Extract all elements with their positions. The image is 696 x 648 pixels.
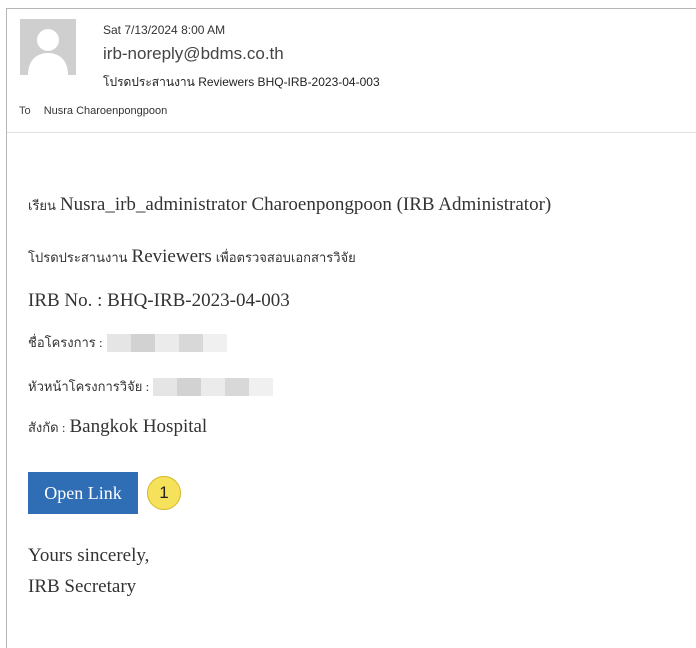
- project-name-line: ชื่อโครงการ :: [28, 332, 227, 353]
- affiliation-line: สังกัด : Bangkok Hospital: [28, 416, 207, 438]
- request-mid: Reviewers: [131, 246, 212, 267]
- redacted-pi-name: [153, 378, 274, 397]
- closing-signature: IRB Secretary: [28, 576, 137, 597]
- open-link-button[interactable]: Open Link: [28, 472, 138, 514]
- email-header: Sat 7/13/2024 8:00 AM irb-noreply@bdms.c…: [7, 9, 696, 133]
- recipient-name[interactable]: Nusra Charoenpongpoon: [44, 105, 168, 117]
- email-date: Sat 7/13/2024 8:00 AM: [103, 23, 226, 37]
- affiliation-label: สังกัด :: [28, 420, 66, 435]
- greeting-name: Nusra_irb_administrator Charoenpongpoon …: [59, 194, 552, 215]
- greeting-line: เรียน Nusra_irb_administrator Charoenpon…: [28, 194, 551, 216]
- email-subject: โปรดประสานงาน Reviewers BHQ-IRB-2023-04-…: [103, 75, 380, 89]
- recipient-line: To Nusra Charoenpongpoon: [19, 105, 167, 117]
- project-label: ชื่อโครงการ :: [28, 335, 103, 350]
- irb-number: IRB No. : BHQ-IRB-2023-04-003: [28, 290, 290, 311]
- affiliation-value: Bangkok Hospital: [69, 416, 208, 437]
- principal-investigator-line: หัวหน้าโครงการวิจัย :: [28, 376, 274, 397]
- request-line: โปรดประสานงาน Reviewers เพื่อตรวจสอบเอกส…: [28, 246, 356, 268]
- request-suffix: เพื่อตรวจสอบเอกสารวิจัย: [215, 250, 356, 265]
- closing-salutation: Yours sincerely,: [28, 545, 150, 566]
- avatar: [20, 19, 76, 75]
- person-icon: [20, 19, 76, 75]
- step-callout-badge: 1: [147, 476, 181, 510]
- to-label: To: [19, 105, 31, 117]
- greeting-prefix: เรียน: [28, 198, 56, 213]
- pi-label: หัวหน้าโครงการวิจัย :: [28, 379, 150, 394]
- email-sender[interactable]: irb-noreply@bdms.co.th: [103, 44, 284, 64]
- redacted-project-name: [106, 334, 227, 353]
- request-prefix: โปรดประสานงาน: [28, 250, 128, 265]
